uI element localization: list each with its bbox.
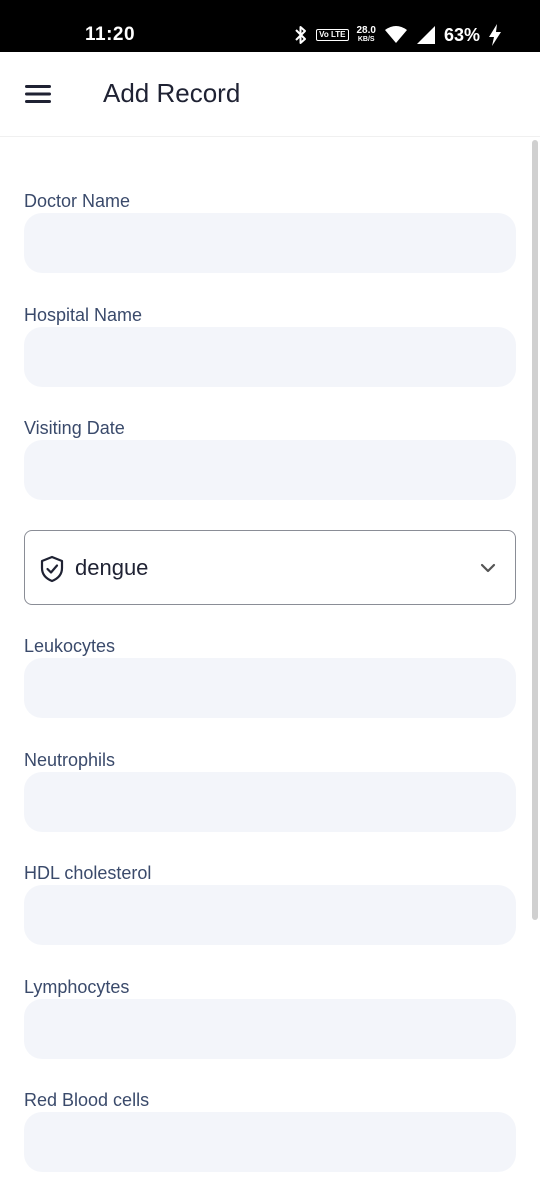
status-icons: Vo LTE 28.0 KB/S 63% bbox=[294, 22, 502, 48]
signal-icon bbox=[416, 26, 435, 44]
leukocytes-input[interactable] bbox=[24, 658, 516, 718]
leukocytes-label: Leukocytes bbox=[24, 636, 116, 656]
wifi-icon bbox=[384, 26, 407, 43]
hdl-cholesterol-label: HDL cholesterol bbox=[24, 863, 152, 883]
network-speed: 28.0 KB/S bbox=[357, 26, 376, 44]
neutrophils-input[interactable] bbox=[24, 772, 516, 832]
lymphocytes-label: Lymphocytes bbox=[24, 977, 130, 997]
hospital-name-input[interactable] bbox=[24, 327, 516, 387]
charging-bolt-icon bbox=[489, 24, 501, 46]
hospital-name-label: Hospital Name bbox=[24, 305, 143, 325]
app-bar: Add Record bbox=[0, 52, 540, 137]
hdl-cholesterol-input[interactable] bbox=[24, 885, 516, 945]
disease-dropdown[interactable]: dengue bbox=[24, 530, 516, 605]
neutrophils-label: Neutrophils bbox=[24, 750, 116, 770]
visiting-date-label: Visiting Date bbox=[24, 418, 125, 438]
bluetooth-icon bbox=[295, 26, 307, 44]
network-speed-value: 28.0 bbox=[356, 25, 376, 36]
scrollbar[interactable] bbox=[532, 140, 538, 920]
visiting-date-input[interactable] bbox=[24, 440, 516, 500]
network-speed-unit: KB/S bbox=[357, 36, 375, 43]
page-title: Add Record bbox=[103, 78, 241, 108]
red-blood-cells-input[interactable] bbox=[24, 1112, 516, 1172]
lymphocytes-input[interactable] bbox=[24, 999, 516, 1059]
disease-dropdown-value: dengue bbox=[75, 555, 149, 580]
hamburger-menu-icon[interactable] bbox=[22, 80, 54, 108]
doctor-name-label: Doctor Name bbox=[24, 191, 131, 211]
red-blood-cells-label: Red Blood cells bbox=[24, 1090, 150, 1110]
status-time: 11:20 bbox=[85, 24, 136, 45]
chevron-down-icon bbox=[480, 563, 496, 573]
volte-badge: Vo LTE bbox=[316, 29, 349, 41]
battery-percentage: 63% bbox=[443, 24, 480, 45]
shield-check-icon bbox=[40, 555, 64, 583]
doctor-name-input[interactable] bbox=[24, 213, 516, 273]
status-bar: 11:20 Vo LTE 28.0 KB/S 63% bbox=[0, 0, 540, 52]
